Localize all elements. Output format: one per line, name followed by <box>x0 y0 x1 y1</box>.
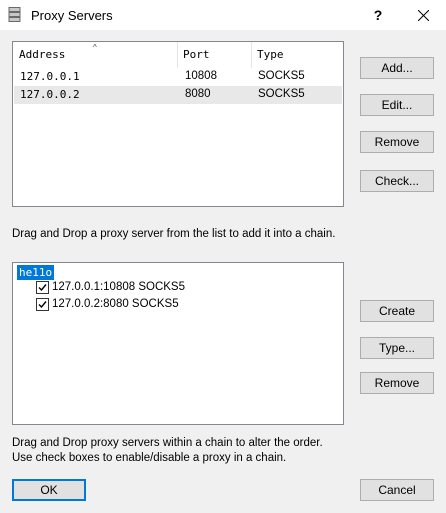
sort-ascending-icon: ^ <box>93 43 97 52</box>
column-header-port[interactable]: Port <box>183 42 210 68</box>
column-separator[interactable] <box>251 42 252 68</box>
edit-button[interactable]: Edit... <box>360 94 434 116</box>
hint-add-to-chain: Drag and Drop a proxy server from the li… <box>12 228 336 240</box>
checkmark-icon <box>38 283 47 291</box>
remove-proxy-button[interactable]: Remove <box>360 131 434 153</box>
title-bar: Proxy Servers ? <box>0 0 446 30</box>
help-button[interactable]: ? <box>367 4 389 26</box>
cell-address: 127.0.0.2 <box>20 88 80 101</box>
enable-checkbox[interactable] <box>36 280 49 294</box>
close-icon <box>418 10 429 21</box>
cancel-button[interactable]: Cancel <box>360 479 434 501</box>
check-button[interactable]: Check... <box>360 170 434 192</box>
tree-chain-root[interactable]: he11o <box>17 265 55 280</box>
type-button[interactable]: Type... <box>360 337 434 359</box>
checkmark-icon <box>38 300 47 308</box>
ok-button[interactable]: OK <box>12 479 86 501</box>
tree-item-label: 127.0.0.2:8080 SOCKS5 <box>52 298 179 310</box>
tree-item-label: 127.0.0.1:10808 SOCKS5 <box>52 281 185 293</box>
enable-checkbox[interactable] <box>36 297 49 311</box>
create-button[interactable]: Create <box>360 300 434 322</box>
add-button[interactable]: Add... <box>360 57 434 79</box>
window-title: Proxy Servers <box>31 8 113 23</box>
cell-port: 10808 <box>185 70 217 82</box>
remove-chain-button[interactable]: Remove <box>360 372 434 394</box>
column-separator[interactable] <box>177 42 178 68</box>
hint-checkboxes: Use check boxes to enable/disable a prox… <box>12 452 287 464</box>
hint-reorder: Drag and Drop proxy servers within a cha… <box>12 437 323 449</box>
cell-address: 127.0.0.1 <box>20 70 80 83</box>
cell-port: 8080 <box>185 88 211 100</box>
proxy-list[interactable]: Address ^ Port Type 127.0.0.1 10808 SOCK… <box>12 41 344 207</box>
cell-type: SOCKS5 <box>258 70 305 82</box>
server-icon <box>8 7 21 23</box>
table-row[interactable]: 127.0.0.2 8080 SOCKS5 <box>14 86 342 104</box>
cell-type: SOCKS5 <box>258 88 305 100</box>
table-row[interactable]: 127.0.0.1 10808 SOCKS5 <box>14 68 342 86</box>
tree-item[interactable]: 127.0.0.1:10808 SOCKS5 <box>36 279 185 295</box>
tree-item[interactable]: 127.0.0.2:8080 SOCKS5 <box>36 296 179 312</box>
column-header-address[interactable]: Address <box>19 42 65 68</box>
column-header-type[interactable]: Type <box>257 42 284 68</box>
close-button[interactable] <box>401 0 446 30</box>
